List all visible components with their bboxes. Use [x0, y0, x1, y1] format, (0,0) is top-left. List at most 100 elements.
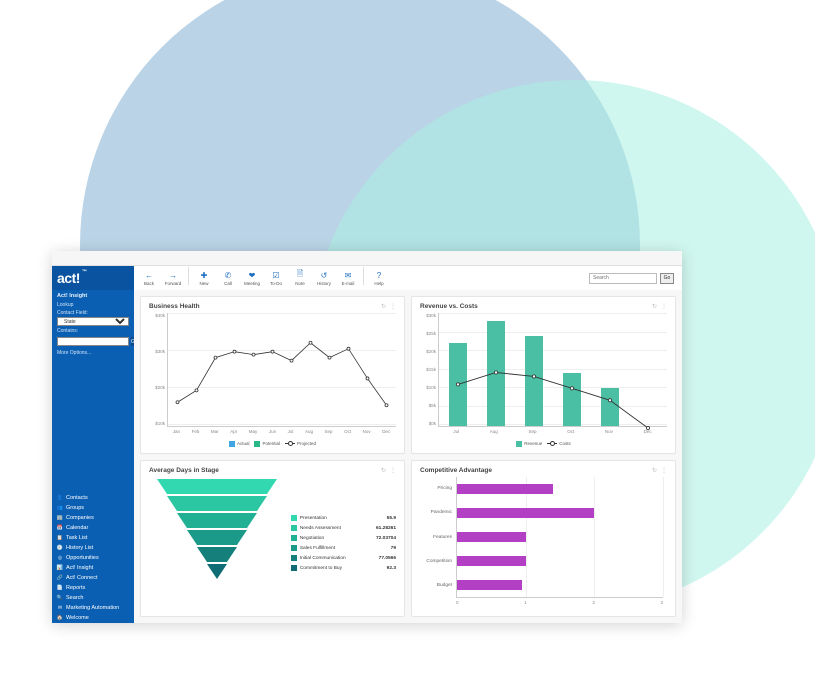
avg-days-chart: Presentation55.9Needs Assessment61.28261… [149, 477, 396, 611]
sidebar-item-groups[interactable]: 👥Groups [52, 503, 134, 513]
toolbar-label: Back [144, 281, 154, 286]
card-title: Revenue vs. Costs [420, 303, 478, 310]
revenue-costs-chart: $30k$25k$20k$15k$10k$5k$0k JulAugSepOctN… [420, 313, 667, 439]
more-icon[interactable]: ⋮ [661, 467, 667, 474]
sidebar-nav: 👤Contacts👥Groups🏢Companies📅Calendar📋Task… [52, 493, 134, 623]
lookup-label: Lookup [57, 302, 129, 308]
toolbar-label: History [317, 281, 331, 286]
history-icon: ↺ [319, 270, 329, 280]
contacts-icon: 👤 [57, 495, 63, 501]
forward-icon: → [168, 270, 178, 280]
sidebar-item-label: Companies [66, 515, 94, 521]
sidebar-item-label: Search [66, 595, 83, 601]
opportunities-icon: ◎ [57, 555, 63, 561]
more-icon[interactable]: ⋮ [390, 303, 396, 310]
back-icon: ← [144, 270, 154, 280]
historylist-icon: 🕘 [57, 545, 63, 551]
help-icon: ? [374, 270, 384, 280]
insight-icon: 📊 [57, 565, 63, 571]
refresh-icon[interactable]: ↻ [381, 303, 386, 310]
call-icon: ✆ [223, 270, 233, 280]
companies-icon: 🏢 [57, 515, 63, 521]
card-competitive: Competitive Advantage ↻ ⋮ PricingPandemi… [411, 460, 676, 618]
toolbar-todo-button[interactable]: ☑To-Do [265, 267, 287, 289]
toolbar-label: Note [295, 281, 305, 286]
sidebar-item-connect[interactable]: 🔗Act! Connect [52, 573, 134, 583]
business-health-chart: $40k$30k$20k$10k JanFebMarAprMayJunJulAu… [149, 313, 396, 439]
sidebar-item-contacts[interactable]: 👤Contacts [52, 493, 134, 503]
sidebar-item-label: History List [66, 545, 93, 551]
sidebar-item-label: Reports [66, 585, 85, 591]
toolbar-new-button[interactable]: ✚New [193, 267, 215, 289]
sidebar-item-reports[interactable]: 📄Reports [52, 583, 134, 593]
card-title: Competitive Advantage [420, 467, 492, 474]
toolbar-forward-button[interactable]: →Forward [162, 267, 184, 289]
toolbar-back-button[interactable]: ←Back [138, 267, 160, 289]
sidebar-item-label: Task List [66, 535, 87, 541]
calendar-icon: 📅 [57, 525, 63, 531]
refresh-icon[interactable]: ↻ [652, 467, 657, 474]
sidebar-item-welcome[interactable]: 🏠Welcome [52, 613, 134, 623]
note-icon: 🗎 [295, 270, 305, 280]
card-avg-days: Average Days in Stage ↻ ⋮ Presentation55… [140, 460, 405, 618]
groups-icon: 👥 [57, 505, 63, 511]
connect-icon: 🔗 [57, 575, 63, 581]
sidebar-item-insight[interactable]: 📊Act! Insight [52, 563, 134, 573]
sidebar-item-companies[interactable]: 🏢Companies [52, 513, 134, 523]
reports-icon: 📄 [57, 585, 63, 591]
card-business-health: Business Health ↻ ⋮ $40k$30k$20k$10k Jan… [140, 296, 405, 454]
toolbar: ←Back→Forward✚New✆Call❤Meeting☑To-Do🗎Not… [134, 266, 682, 290]
email-icon: ✉ [343, 270, 353, 280]
refresh-icon[interactable]: ↻ [381, 467, 386, 474]
card-title: Average Days in Stage [149, 467, 219, 474]
card-revenue-costs: Revenue vs. Costs ↻ ⋮ $30k$25k$20k$15k$1… [411, 296, 676, 454]
more-options-link[interactable]: More Options... [57, 350, 129, 356]
toolbar-label: Call [224, 281, 232, 286]
sidebar-item-search[interactable]: 🔍Search [52, 593, 134, 603]
sidebar-item-label: Welcome [66, 615, 89, 621]
sidebar-item-historylist[interactable]: 🕘History List [52, 543, 134, 553]
sidebar-item-label: Groups [66, 505, 84, 511]
toolbar-help-button[interactable]: ?Help [368, 267, 390, 289]
sidebar: act!™ Act! Insight Lookup Contact Field:… [52, 266, 134, 623]
contact-field-label: Contact Field: [57, 310, 129, 316]
search-go-button[interactable]: Go [660, 273, 674, 284]
dashboard-content: ⚙ Business Health ↻ ⋮ $40k$30k$20k$10k [134, 290, 682, 623]
app-window: act!™ Act! Insight Lookup Contact Field:… [52, 251, 682, 623]
sidebar-item-label: Act! Connect [66, 575, 98, 581]
more-icon[interactable]: ⋮ [661, 303, 667, 310]
toolbar-email-button[interactable]: ✉E-mail [337, 267, 359, 289]
welcome-icon: 🏠 [57, 615, 63, 621]
sidebar-item-label: Contacts [66, 495, 88, 501]
sidebar-item-label: Act! Insight [66, 565, 93, 571]
window-titlebar [52, 251, 682, 266]
sidebar-item-label: Calendar [66, 525, 88, 531]
toolbar-history-button[interactable]: ↺History [313, 267, 335, 289]
contact-field-select[interactable]: State [57, 317, 129, 326]
toolbar-note-button[interactable]: 🗎Note [289, 267, 311, 289]
new-icon: ✚ [199, 270, 209, 280]
sidebar-insight-title: Act! Insight [57, 293, 129, 299]
toolbar-label: To-Do [270, 281, 282, 286]
search-icon: 🔍 [57, 595, 63, 601]
contains-label: Contains: [57, 328, 129, 334]
sidebar-item-automation[interactable]: ✉Marketing Automation [52, 603, 134, 613]
competitive-chart: PricingPandemicFeaturesCompetitionBudget… [420, 477, 667, 611]
toolbar-label: Meeting [244, 281, 260, 286]
refresh-icon[interactable]: ↻ [652, 303, 657, 310]
toolbar-label: Forward [165, 281, 182, 286]
toolbar-call-button[interactable]: ✆Call [217, 267, 239, 289]
sidebar-item-opportunities[interactable]: ◎Opportunities [52, 553, 134, 563]
search-input[interactable] [589, 273, 657, 284]
sidebar-item-tasklist[interactable]: 📋Task List [52, 533, 134, 543]
meeting-icon: ❤ [247, 270, 257, 280]
toolbar-meeting-button[interactable]: ❤Meeting [241, 267, 263, 289]
toolbar-label: New [199, 281, 208, 286]
card-title: Business Health [149, 303, 200, 310]
contains-input[interactable] [57, 337, 129, 346]
more-icon[interactable]: ⋮ [390, 467, 396, 474]
automation-icon: ✉ [57, 605, 63, 611]
sidebar-item-label: Opportunities [66, 555, 99, 561]
sidebar-item-label: Marketing Automation [66, 605, 119, 611]
sidebar-item-calendar[interactable]: 📅Calendar [52, 523, 134, 533]
